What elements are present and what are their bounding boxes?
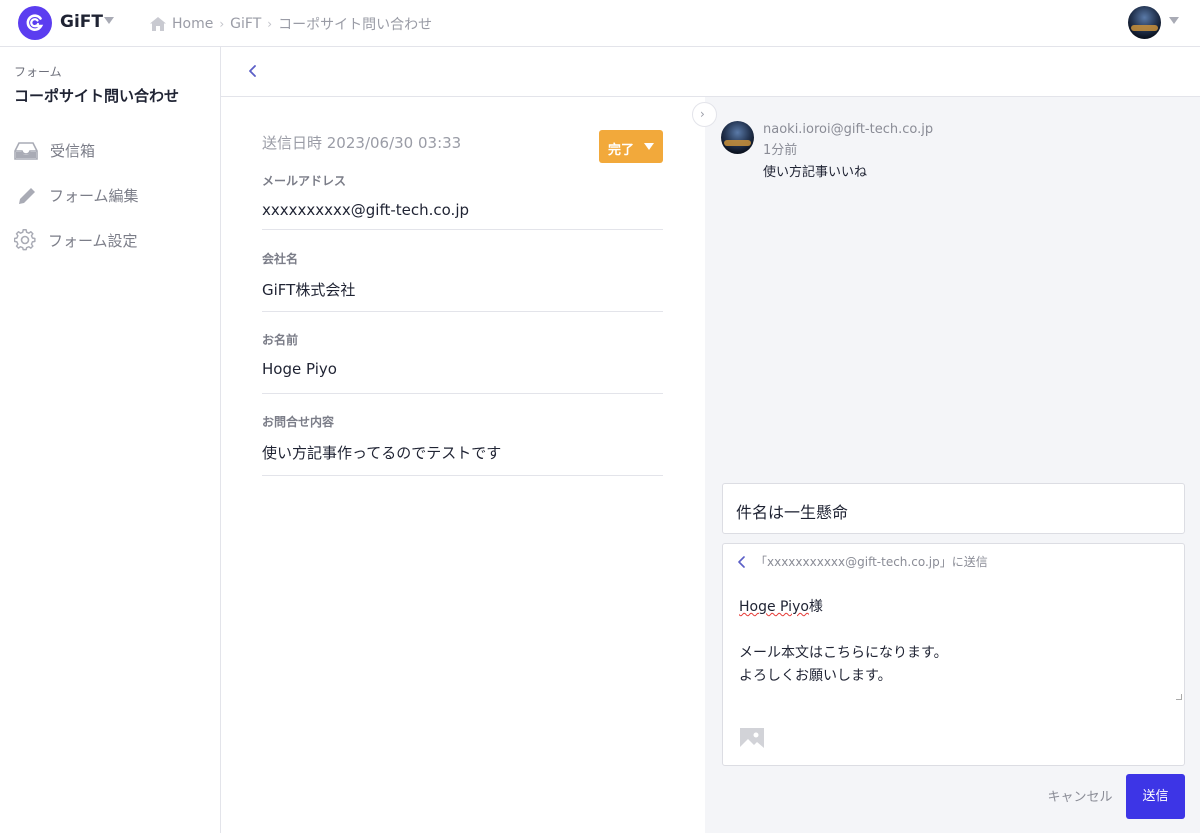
field-inquiry: お問合せ内容 使い方記事作ってるのでテストです (262, 413, 663, 476)
recipient-line: 「xxxxxxxxxxx@gift-tech.co.jp」に送信 (737, 553, 988, 570)
status-dropdown-button[interactable]: 完了 (599, 130, 663, 163)
breadcrumb-workspace[interactable]: GiFT (230, 16, 261, 32)
reply-panel: naoki.ioroi@gift-tech.co.jp 1分前 使い方記事いいね… (705, 97, 1200, 833)
body-line: よろしくお願いします。 (739, 668, 892, 684)
field-value: 使い方記事作ってるのでテストです (262, 444, 502, 462)
sidebar-item-label: フォーム編集 (49, 187, 139, 205)
sidebar-item-label: フォーム設定 (48, 231, 138, 250)
gift-logo-icon[interactable] (18, 6, 52, 40)
greeting-suffix: 様 (808, 599, 823, 615)
breadcrumb-current: コーポサイト問い合わせ (278, 17, 433, 33)
greeting-line: Hoge Piyo様 (739, 596, 948, 619)
sidebar: フォーム コーポサイト問い合わせ 受信箱 フォーム編集 フォーム設定 (0, 47, 221, 833)
workspace-caret-icon[interactable] (104, 17, 114, 24)
sidebar-item-form-edit[interactable]: フォーム編集 (17, 185, 139, 206)
chevron-down-icon (644, 143, 654, 150)
comment-time: 1分前 (763, 143, 798, 158)
sidebar-caption: フォーム (14, 65, 62, 79)
field-company: 会社名 GiFT株式会社 (262, 250, 663, 312)
comment-author: naoki.ioroi@gift-tech.co.jp (763, 122, 934, 137)
send-button[interactable]: 送信 (1126, 774, 1185, 819)
pencil-icon (19, 187, 35, 204)
breadcrumb-home[interactable]: Home (172, 16, 213, 32)
resize-handle-icon[interactable] (1176, 694, 1182, 700)
sent-at-text: 送信日時 2023/06/30 03:33 (262, 134, 462, 152)
field-value: Hoge Piyo (262, 360, 337, 378)
top-bar: GiFT Home › GiFT › コーポサイト問い合わせ (0, 0, 1200, 47)
breadcrumb-separator-icon: › (219, 17, 225, 31)
comment-avatar (721, 121, 754, 154)
image-icon[interactable] (739, 727, 765, 753)
field-value: GiFT株式会社 (262, 281, 356, 299)
back-chevron-icon[interactable] (243, 61, 263, 81)
field-email: メールアドレス xxxxxxxxxx@gift-tech.co.jp (262, 172, 663, 230)
gear-icon (14, 229, 36, 251)
cancel-button[interactable]: キャンセル (1045, 786, 1115, 808)
field-label: お問合せ内容 (262, 415, 335, 429)
field-label: お名前 (262, 333, 299, 347)
user-avatar[interactable] (1128, 6, 1161, 39)
workspace-name[interactable]: GiFT (60, 12, 103, 32)
recipient-text: 「xxxxxxxxxxx@gift-tech.co.jp」に送信 (755, 555, 988, 569)
comment-body: 使い方記事いいね (763, 165, 868, 180)
subject-input[interactable]: 件名は一生懸命 (722, 483, 1185, 534)
breadcrumb: Home › GiFT › コーポサイト問い合わせ (150, 14, 432, 34)
user-menu-caret-icon[interactable] (1169, 17, 1179, 24)
message-editor[interactable]: 「xxxxxxxxxxx@gift-tech.co.jp」に送信 Hoge Pi… (722, 543, 1185, 766)
home-icon[interactable] (150, 17, 166, 31)
greeting-name: Hoge Piyo (739, 599, 809, 615)
chevron-left-icon[interactable] (737, 555, 747, 568)
message-body[interactable]: Hoge Piyo様 メール本文はこちらになります。 よろしくお願いします。 (739, 596, 948, 688)
field-value: xxxxxxxxxx@gift-tech.co.jp (262, 201, 470, 219)
collapse-panel-button[interactable]: › (692, 102, 717, 127)
sidebar-form-title: コーポサイト問い合わせ (14, 87, 180, 105)
field-label: メールアドレス (262, 174, 347, 188)
status-label: 完了 (608, 143, 635, 158)
chevron-right-icon: › (700, 107, 705, 121)
sidebar-item-label: 受信箱 (50, 142, 96, 160)
inbox-icon (14, 141, 38, 160)
breadcrumb-separator-icon: › (267, 17, 273, 31)
sidebar-item-inbox[interactable]: 受信箱 (14, 140, 95, 161)
content-header (221, 47, 1200, 97)
sidebar-item-form-settings[interactable]: フォーム設定 (14, 229, 138, 251)
field-label: 会社名 (262, 252, 299, 266)
body-line: メール本文はこちらになります。 (739, 645, 948, 661)
field-name: お名前 Hoge Piyo (262, 331, 663, 394)
